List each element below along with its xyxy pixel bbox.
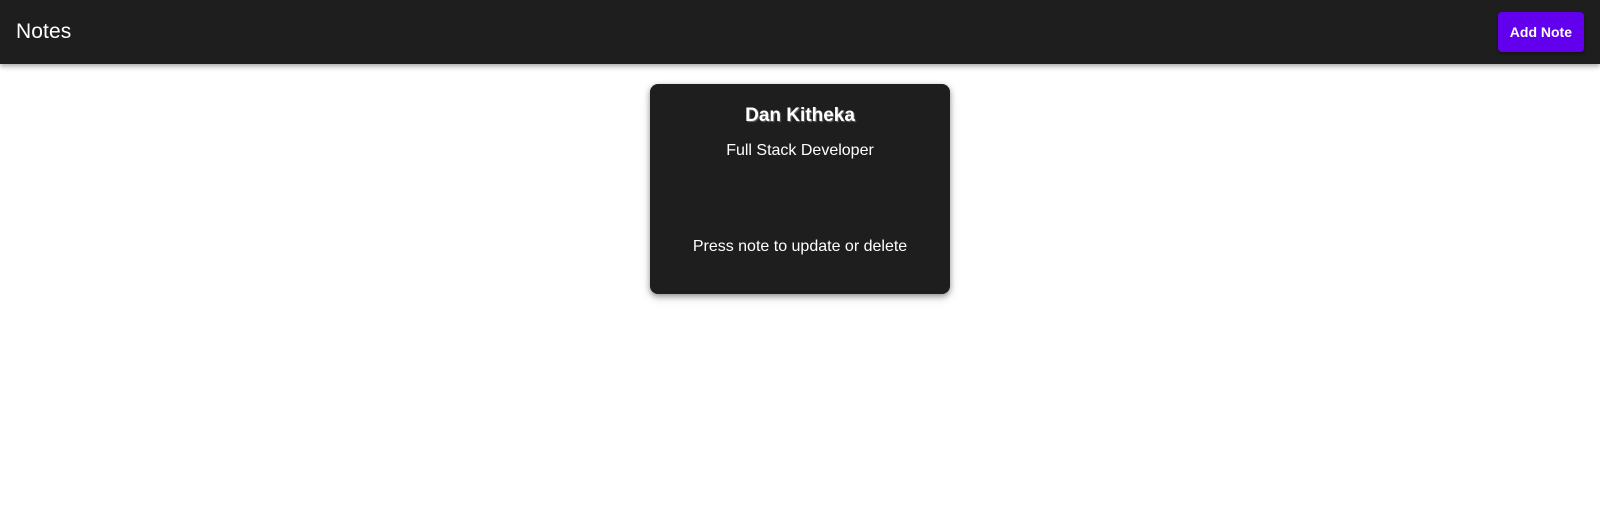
add-note-button[interactable]: Add Note xyxy=(1497,12,1584,52)
note-subtitle: Full Stack Developer xyxy=(726,142,874,159)
app-title: Notes xyxy=(16,20,72,43)
note-title: Dan Kitheka xyxy=(745,105,855,126)
note-hint: Press note to update or delete xyxy=(692,238,908,255)
app-bar: Notes Add Note xyxy=(0,0,1600,64)
notes-list: Dan Kitheka Full Stack Developer Press n… xyxy=(0,64,1600,508)
note-card[interactable]: Dan Kitheka Full Stack Developer Press n… xyxy=(650,84,950,294)
